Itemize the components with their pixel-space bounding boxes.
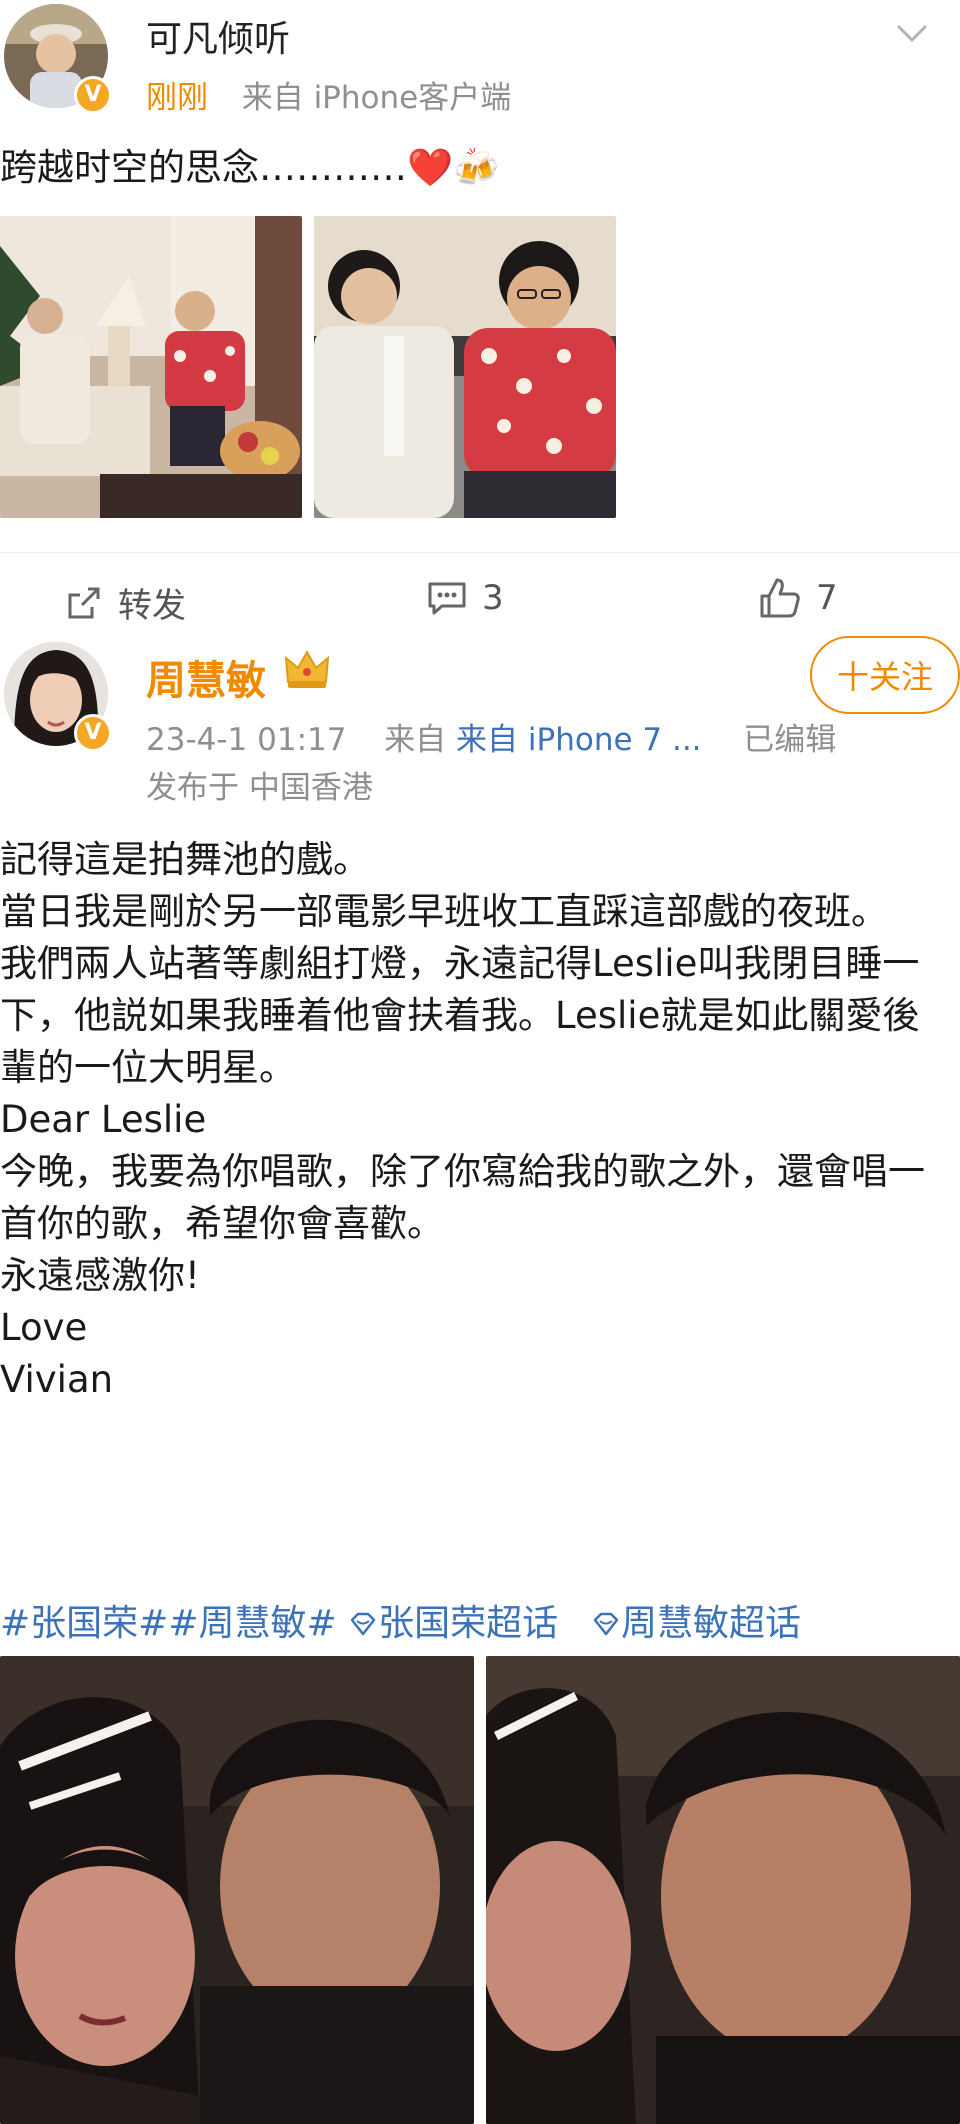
post2-meta: 23-4-1 01:17 来自 来自 iPhone 7 ... 已编辑 (146, 714, 836, 759)
post2-paragraph: Love (0, 1306, 88, 1349)
verified-badge-icon: V (74, 76, 112, 114)
post2-paragraph: 當日我是剛於另一部電影早班收工直踩這部戲的夜班。 (0, 890, 888, 933)
share-icon (68, 587, 100, 618)
post2-image-1[interactable] (0, 1656, 474, 2124)
hashtag-link[interactable]: #张国荣##周慧敏# (0, 1603, 337, 1644)
repost-button[interactable]: 转发 (64, 578, 186, 627)
supertopic-diamond-icon (350, 1612, 376, 1636)
comment-icon (428, 582, 466, 615)
post1-text: 跨越时空的思念…………❤️🍻 (0, 142, 499, 194)
post2-paragraph: 永遠感激你! (0, 1254, 200, 1297)
post2-source-prefix: 来自 (384, 722, 457, 758)
post1-image-2[interactable] (314, 216, 616, 518)
post2-body: 記得這是拍舞池的戲。 當日我是剛於另一部電影早班收工直踩這部戲的夜班。 我們兩人… (0, 834, 950, 1406)
follow-button[interactable]: 十关注 (810, 636, 960, 714)
supertopic-link[interactable]: 张国荣超话 (378, 1603, 558, 1644)
post1-username[interactable]: 可凡倾听 (146, 10, 290, 62)
post2-paragraph: Dear Leslie (0, 1098, 207, 1141)
like-button[interactable]: 7 (758, 576, 838, 620)
post2-paragraph: 我們兩人站著等劇組打燈，永遠記得Leslie叫我閉目睡一下，他説如果我睡着他會扶… (0, 942, 920, 1089)
like-count: 7 (816, 578, 838, 618)
post2-source[interactable]: 来自 iPhone 7 ... (456, 722, 702, 758)
post2-time: 23-4-1 01:17 (146, 722, 347, 758)
heart-beer-emoji-icon: ❤️🍻 (407, 146, 500, 189)
post2-paragraph: 記得這是拍舞池的戲。 (0, 838, 370, 881)
post1-source: 来自 iPhone客户端 (241, 80, 512, 116)
comment-count: 3 (482, 578, 504, 618)
chevron-down-icon[interactable] (892, 14, 932, 58)
post1-meta: 刚刚 来自 iPhone客户端 (146, 72, 511, 117)
crown-icon (284, 648, 330, 694)
post2-username[interactable]: 周慧敏 (146, 648, 266, 706)
divider (0, 552, 960, 553)
post1-time: 刚刚 (146, 80, 208, 116)
post1-text-content: 跨越时空的思念………… (0, 146, 407, 189)
post2-paragraph: 今晚，我要為你唱歌，除了你寫給我的歌之外，還會唱一首你的歌，希望你會喜歡。 (0, 1150, 925, 1245)
verified-badge-icon: V (74, 714, 112, 752)
follow-label: 十关注 (836, 658, 933, 696)
post2-edited[interactable]: 已编辑 (743, 722, 836, 758)
thumbs-up-icon (760, 578, 800, 618)
post1-image-1[interactable] (0, 216, 302, 518)
supertopic-link[interactable]: 周慧敏超话 (621, 1603, 801, 1644)
post2-tags: #张国荣##周慧敏# 张国荣超话 周慧敏超话 (0, 1594, 801, 1646)
post2-paragraph: Vivian (0, 1358, 114, 1401)
post2-image-2[interactable] (486, 1656, 960, 2124)
repost-label: 转发 (118, 586, 186, 626)
supertopic-diamond-icon (593, 1612, 619, 1636)
post2-location: 发布于 中国香港 (146, 770, 373, 806)
comment-button[interactable]: 3 (426, 578, 504, 618)
